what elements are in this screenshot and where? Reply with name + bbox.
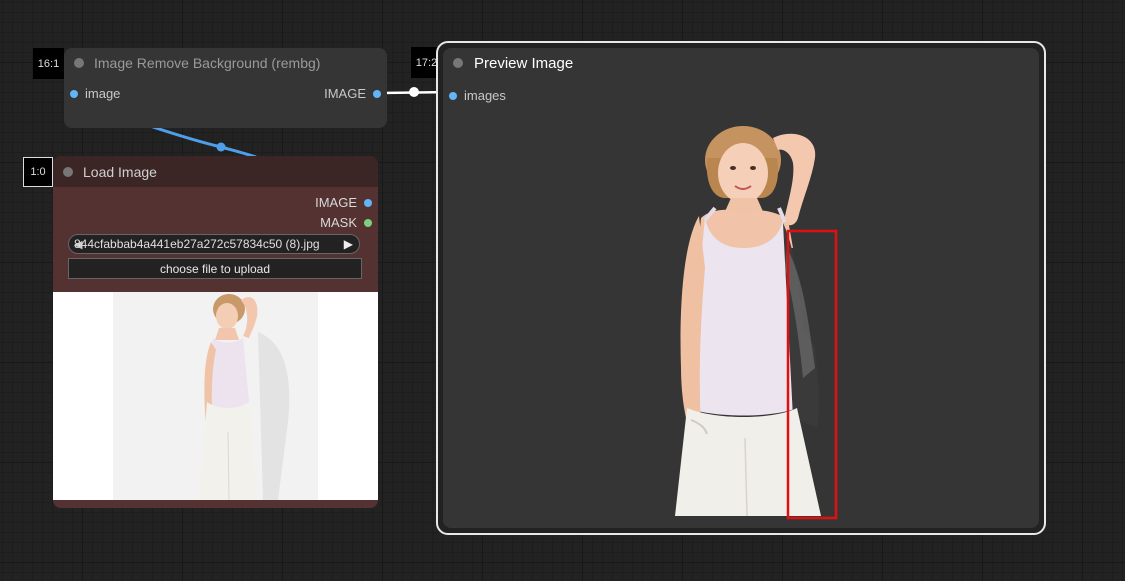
input-slot-image[interactable]: image [70,86,120,101]
collapse-dot[interactable] [74,58,84,68]
file-name-value: 844cfabbab4a441eb27a272c57834c50 (8).jpg [74,237,320,251]
slot-label: image [85,86,121,101]
rembg-node[interactable]: Image Remove Background (rembg) image IM… [64,48,387,128]
thumbnail-photo [113,292,318,500]
node-title: Load Image [83,163,157,180]
output-connector[interactable] [364,198,372,207]
input-connector[interactable] [70,89,78,98]
collapse-dot[interactable] [63,166,73,177]
node-title-bar[interactable]: Load Image [53,156,378,187]
image-file-combo[interactable]: ◀ 844cfabbab4a441eb27a272c57834c50 (8).j… [68,234,360,254]
node-id-badge: 1:0 [23,157,53,187]
image-thumbnail [53,292,378,500]
preview-image-node[interactable]: Preview Image images [436,41,1046,535]
output-connector[interactable] [373,89,381,98]
link-midpoint-white[interactable] [409,87,419,97]
node-body: Preview Image images [443,48,1039,528]
output-slot-image[interactable]: IMAGE [315,195,372,210]
preview-photo [675,126,838,520]
load-image-node[interactable]: Load Image IMAGE MASK ◀ 844cfabbab4a441e… [53,156,378,508]
next-arrow-icon[interactable]: ▶ [344,237,353,251]
slot-label: MASK [320,215,357,230]
node-id-badge: 16:1 [33,48,64,79]
node-title: Image Remove Background (rembg) [94,55,321,71]
output-connector[interactable] [364,218,372,227]
node-title-bar[interactable]: Image Remove Background (rembg) [74,48,387,78]
slot-label: IMAGE [315,195,357,210]
slot-label: IMAGE [324,86,366,101]
image-link-blue[interactable] [149,124,257,159]
output-slot-image[interactable]: IMAGE [324,86,381,101]
output-slot-mask[interactable]: MASK [320,215,372,230]
upload-button[interactable]: choose file to upload [68,258,362,279]
link-midpoint-blue[interactable] [216,142,226,152]
